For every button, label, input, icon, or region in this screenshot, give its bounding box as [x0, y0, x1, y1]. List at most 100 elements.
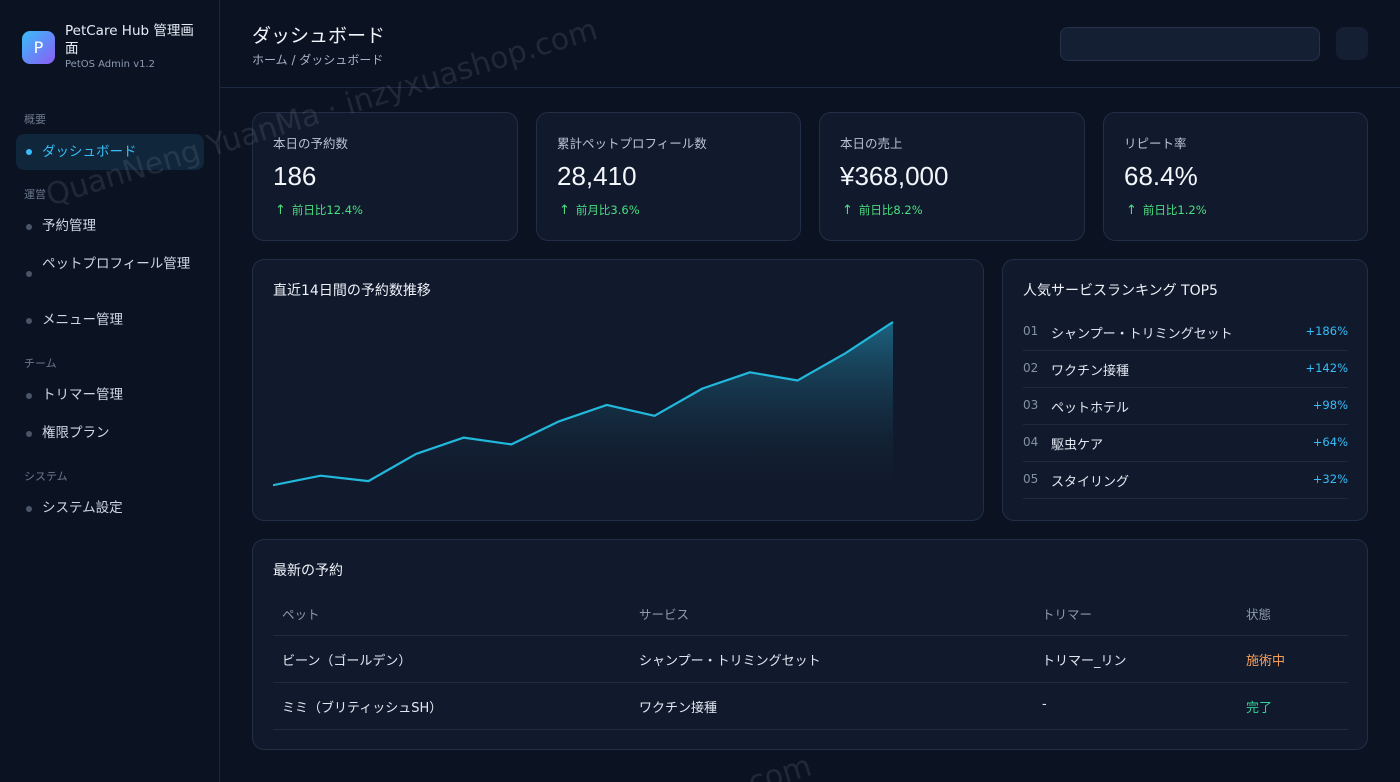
sidebar: P PetCare Hub 管理画面 PetOS Admin v1.2 概要 ダ… [0, 0, 220, 782]
bullet-icon [26, 393, 32, 399]
ranking-card: 人気サービスランキング TOP5 01 シャンプー・トリミングセット +186%… [1002, 259, 1368, 521]
kpi-change-text: 前日比12.4% [291, 203, 363, 217]
sidebar-item-label: 権限プラン [42, 425, 110, 441]
kpi-change-text: 前日比8.2% [858, 203, 923, 217]
arrow-up-icon: ↑ [842, 203, 853, 218]
ranking-title: 人気サービスランキング TOP5 [1023, 283, 1218, 299]
bullet-icon [26, 271, 32, 277]
rank-growth: +64% [1312, 435, 1348, 449]
kpi-card-sales: 本日の売上 ¥368,000 ↑ 前日比8.2% [819, 112, 1085, 241]
rank-number: 05 [1023, 472, 1039, 486]
rank-service-name: スタイリング [1051, 475, 1130, 490]
sidebar-item-pet-profiles[interactable]: ペットプロフィール管理 [16, 255, 204, 277]
sidebar-item-label: ダッシュボード [42, 144, 137, 160]
kpi-value: ¥368,000 [840, 161, 949, 191]
kpi-change-text: 前日比1.2% [1142, 203, 1207, 217]
cell-service: シャンプー・トリミングセット [639, 654, 821, 669]
kpi-label: 本日の予約数 [273, 136, 349, 151]
kpi-label: 本日の売上 [840, 136, 903, 151]
rank-service-name: 駆虫ケア [1051, 438, 1104, 453]
sidebar-item-system-settings[interactable]: システム設定 [16, 499, 204, 518]
cell-pet: ビーン（ゴールデン） [282, 654, 412, 669]
status-badge: 施術中 [1246, 654, 1286, 669]
sidebar-item-label: ペットプロフィール管理 [42, 256, 191, 272]
rank-growth: +32% [1312, 472, 1348, 486]
column-header-status: 状態 [1246, 607, 1272, 622]
arrow-up-icon: ↑ [275, 203, 286, 218]
recent-reservations-card: 最新の予約 ペット サービス トリマー 状態 ビーン（ゴールデン） シャンプー・… [252, 539, 1368, 750]
bullet-icon [26, 431, 32, 437]
kpi-value: 186 [273, 161, 317, 191]
rank-service-name: シャンプー・トリミングセット [1051, 327, 1233, 342]
ranking-item[interactable]: 05 スタイリング +32% [1023, 462, 1348, 499]
rank-growth: +98% [1312, 398, 1348, 412]
brand-title: PetCare Hub 管理画面 [65, 23, 194, 57]
ranking-item[interactable]: 01 シャンプー・トリミングセット +186% [1023, 314, 1348, 351]
sidebar-item-label: メニュー管理 [42, 312, 123, 328]
watermark: .com [735, 748, 816, 782]
arrow-up-icon: ↑ [1126, 203, 1137, 218]
brand-logo: P [22, 31, 55, 64]
column-header-pet: ペット [282, 607, 320, 622]
sidebar-item-permission-plans[interactable]: 権限プラン [16, 424, 204, 443]
ranking-item[interactable]: 03 ペットホテル +98% [1023, 388, 1348, 425]
divider [273, 729, 1348, 730]
kpi-change: ↑ 前日比1.2% [1126, 202, 1207, 218]
divider [273, 635, 1348, 636]
table-title: 最新の予約 [273, 563, 343, 579]
ranking-item[interactable]: 02 ワクチン接種 +142% [1023, 351, 1348, 388]
kpi-value: 68.4% [1124, 161, 1198, 191]
rank-growth: +186% [1305, 324, 1348, 338]
kpi-change-text: 前月比3.6% [575, 203, 640, 217]
cell-trimmer: トリマー_リン [1042, 654, 1127, 669]
bullet-icon [26, 224, 32, 230]
nav-section-operations: 運営 [24, 188, 46, 201]
cell-trimmer: - [1042, 697, 1047, 712]
search-input[interactable] [1060, 27, 1320, 61]
cell-service: ワクチン接種 [639, 701, 718, 716]
trend-chart-card: 直近14日間の予約数推移 [252, 259, 984, 521]
page-title: ダッシュボード [252, 25, 386, 47]
header: ダッシュボード ホーム / ダッシュボード [220, 0, 1400, 88]
rank-service-name: ペットホテル [1051, 401, 1130, 416]
ranking-item[interactable]: 04 駆虫ケア +64% [1023, 425, 1348, 462]
column-header-service: サービス [639, 607, 690, 622]
kpi-label: 累計ペットプロフィール数 [557, 136, 707, 151]
kpi-change: ↑ 前日比12.4% [275, 202, 363, 218]
chart-area [273, 322, 893, 492]
trend-chart [273, 321, 894, 492]
kpi-card-pet-profiles: 累計ペットプロフィール数 28,410 ↑ 前月比3.6% [536, 112, 801, 241]
bullet-icon [26, 506, 32, 512]
rank-number: 02 [1023, 361, 1039, 375]
rank-number: 03 [1023, 398, 1039, 412]
sidebar-item-trimmers[interactable]: トリマー管理 [16, 386, 204, 405]
arrow-up-icon: ↑ [559, 203, 570, 218]
sidebar-item-menu[interactable]: メニュー管理 [16, 311, 204, 330]
sidebar-item-label: システム設定 [42, 500, 123, 516]
nav-section-team: チーム [24, 357, 57, 370]
header-action-button[interactable] [1336, 27, 1368, 60]
chart-title: 直近14日間の予約数推移 [273, 283, 431, 299]
nav-section-system: システム [24, 470, 68, 483]
nav-section-overview: 概要 [24, 113, 46, 126]
rank-growth: +142% [1305, 361, 1348, 375]
column-header-trimmer: トリマー [1042, 607, 1093, 622]
kpi-card-reservations: 本日の予約数 186 ↑ 前日比12.4% [252, 112, 518, 241]
kpi-card-repeat-rate: リピート率 68.4% ↑ 前日比1.2% [1103, 112, 1368, 241]
kpi-change: ↑ 前日比8.2% [842, 202, 923, 218]
rank-service-name: ワクチン接種 [1051, 364, 1130, 379]
active-dot-icon [26, 149, 32, 155]
status-badge: 完了 [1246, 701, 1273, 716]
kpi-label: リピート率 [1124, 136, 1187, 151]
sidebar-item-dashboard[interactable]: ダッシュボード [16, 134, 204, 170]
sidebar-item-label: 予約管理 [42, 218, 96, 234]
breadcrumb[interactable]: ホーム / ダッシュボード [252, 51, 383, 68]
rank-number: 01 [1023, 324, 1039, 338]
rank-number: 04 [1023, 435, 1039, 449]
brand-subtitle: PetOS Admin v1.2 [65, 59, 156, 70]
divider [273, 682, 1348, 683]
sidebar-item-reservations[interactable]: 予約管理 [16, 217, 204, 236]
kpi-value: 28,410 [557, 161, 637, 191]
kpi-change: ↑ 前月比3.6% [559, 202, 640, 218]
cell-pet: ミミ（ブリティッシュSH） [282, 701, 443, 716]
